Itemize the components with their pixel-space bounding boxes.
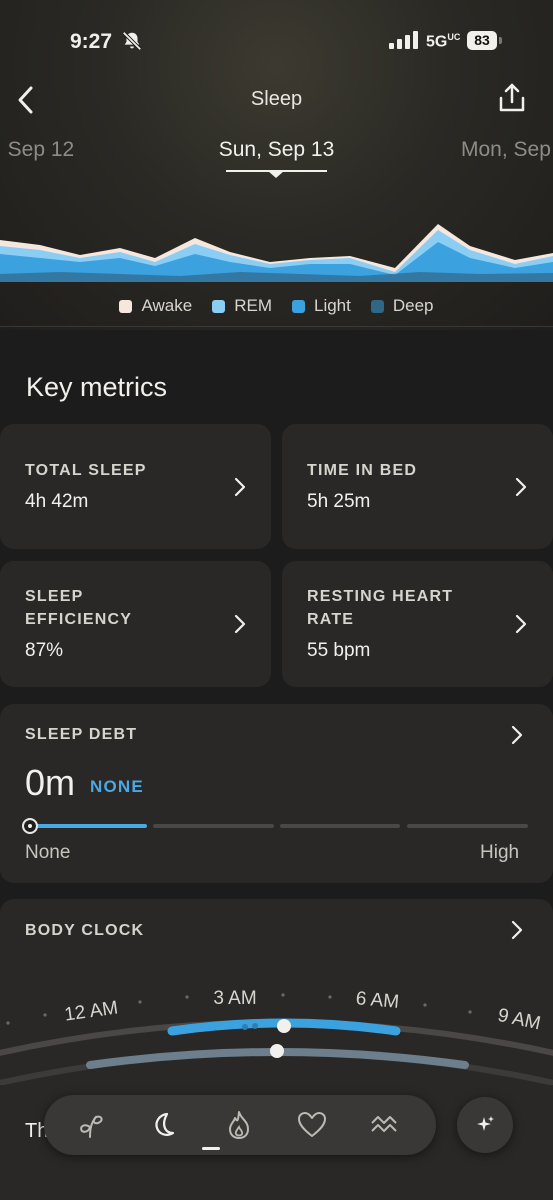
battery-tip [499,37,502,44]
chevron-right-icon [515,477,527,497]
arc-marker [252,1023,258,1029]
card-value: 55 bpm [307,640,371,661]
hour-label-6am: 6 AM [355,988,400,1013]
network-type: 5GUC [426,32,461,51]
card-label: TIME IN BED [307,462,418,479]
card-label: RESTING HEART RATE [307,588,454,628]
card-label: TOTAL SLEEP [25,462,147,479]
status-bar: 9:27 5GUC 83 [0,0,553,80]
sleep-stages-chart [0,224,553,282]
sleep-debt-label: SLEEP DEBT [25,726,138,743]
debt-segment-none [25,824,147,828]
card-value: 87% [25,640,64,661]
waves-icon[interactable] [370,1109,400,1141]
section-divider [0,326,553,327]
legend-label: Awake [141,296,193,315]
key-metrics-title: Key metrics [26,372,168,402]
legend-label: Light [313,296,351,315]
scale-max-label: High [480,842,520,863]
debt-segment-high [407,824,528,828]
card-value: 5h 25m [307,491,371,512]
resting-heart-rate-card[interactable]: RESTING HEART RATE 55 bpm [282,561,553,687]
moon-icon[interactable] [148,1109,178,1141]
sparkle-icon [477,1116,494,1131]
flame-icon[interactable] [224,1109,254,1141]
chart-legend: Awake REM Light Deep [0,294,553,318]
light-swatch [291,299,305,313]
rem-swatch [212,299,226,313]
status-time: 9:27 [70,30,113,53]
date-caret-icon [268,171,284,178]
bottom-tab-bar [44,1095,436,1155]
ai-assistant-button[interactable] [457,1097,513,1153]
time-in-bed-card[interactable]: TIME IN BED 5h 25m [282,424,553,549]
sleep-midpoint-knob [277,1019,291,1033]
heart-icon[interactable] [297,1109,327,1141]
arc-marker [242,1024,248,1030]
legend-light: Light [291,294,351,318]
sleep-debt-level: NONE [90,777,144,796]
total-sleep-card[interactable]: TOTAL SLEEP 4h 42m [0,424,271,549]
hour-label-12am: 12 AM [63,997,119,1025]
sleep-debt-value: 0m [25,762,76,803]
deep-swatch [370,299,384,313]
active-tab-indicator [202,1147,220,1150]
hour-label-9am: 9 AM [496,1005,543,1035]
share-icon[interactable] [498,82,526,114]
legend-label: Deep [392,296,434,315]
card-value: 4h 42m [25,491,89,512]
chevron-right-icon [234,477,246,497]
app-header: Sleep [0,80,553,120]
bell-muted-icon [122,31,142,51]
cellular-signal-icon [389,31,418,49]
scale-min-label: None [25,842,71,863]
chevron-right-icon [515,614,527,634]
body-clock-label: BODY CLOCK [25,922,145,939]
chevron-right-icon [234,614,246,634]
chevron-right-icon [511,725,523,745]
battery-level: 83 [467,31,497,50]
date-next[interactable]: Mon, Sep [461,138,551,162]
body-clock-dial: 12 AM 3 AM 6 AM 9 AM [0,988,553,1085]
debt-segment-medium [280,824,400,828]
sleep-efficiency-card[interactable]: SLEEP EFFICIENCY 87% [0,561,271,687]
legend-rem: REM [212,294,272,318]
sleep-debt-card[interactable]: SLEEP DEBT 0m NONE None High [0,704,553,883]
card-label: SLEEP EFFICIENCY [25,588,133,628]
page-title: Sleep [250,88,303,110]
legend-awake: Awake [119,294,192,318]
debt-level-knob [22,818,38,834]
legend-deep: Deep [370,294,434,318]
chronotype-knob [270,1044,284,1058]
awake-swatch [119,299,133,313]
legend-label: REM [234,296,272,315]
chevron-right-icon [511,920,523,940]
sprout-icon[interactable] [76,1109,106,1141]
hour-label-3am: 3 AM [213,988,256,1009]
debt-segment-low [153,824,274,828]
